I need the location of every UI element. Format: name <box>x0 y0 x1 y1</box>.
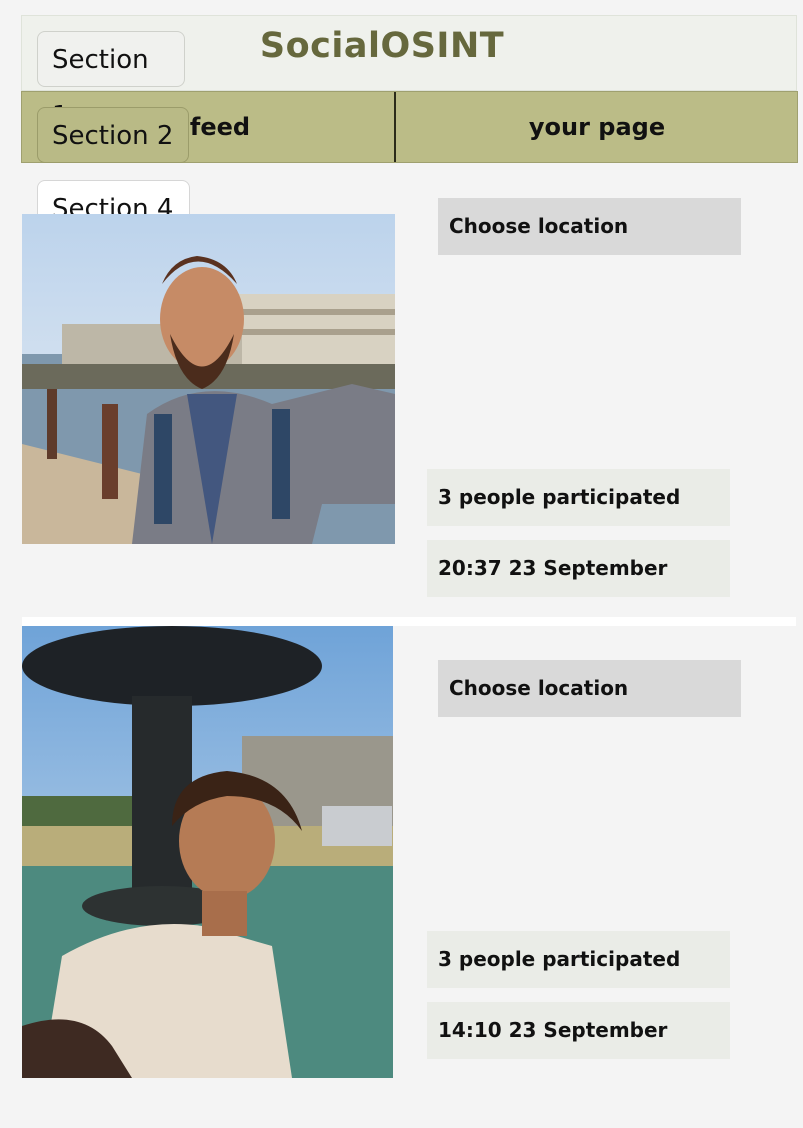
tab-your-page[interactable]: your page <box>396 92 798 162</box>
participants-count: 3 people participated <box>427 931 730 988</box>
post-photo[interactable] <box>22 626 393 1078</box>
participants-count: 3 people participated <box>427 469 730 526</box>
section-1-button[interactable]: Section 1 <box>37 31 185 131</box>
app-title: SocialOSINT <box>259 26 505 66</box>
post-photo[interactable] <box>22 214 395 544</box>
post-timestamp: 20:37 23 September <box>427 540 730 597</box>
section-2-button[interactable]: Section 2 <box>37 107 189 163</box>
choose-location-button[interactable]: Choose location <box>438 660 741 717</box>
post-timestamp: 14:10 23 September <box>427 1002 730 1059</box>
choose-location-button[interactable]: Choose location <box>438 198 741 255</box>
post-separator <box>22 617 796 626</box>
